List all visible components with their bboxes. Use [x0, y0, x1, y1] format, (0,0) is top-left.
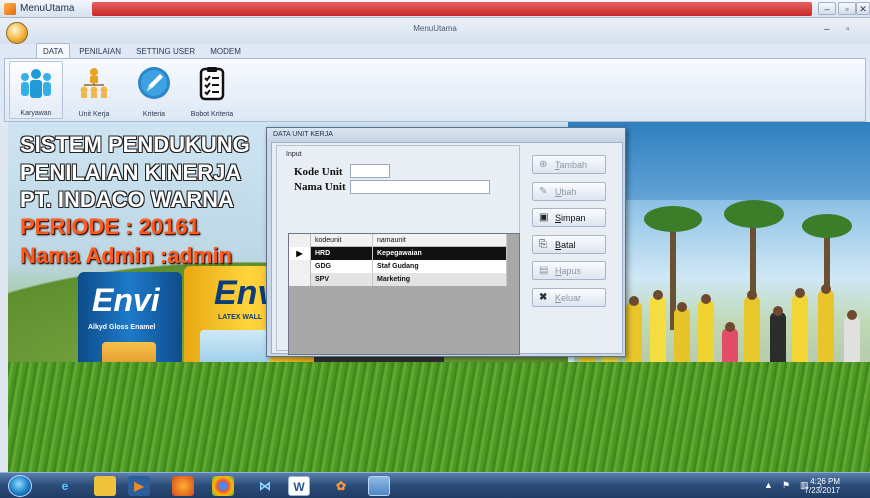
hapus-button[interactable]: ▤ Hapus: [532, 261, 606, 280]
media-player-icon[interactable]: ▶: [128, 476, 150, 496]
word-icon[interactable]: W: [288, 476, 310, 496]
ribbon-restore-button[interactable]: ▫: [846, 24, 850, 35]
dialog-title: DATA UNIT KERJA: [267, 128, 625, 142]
tab-penilaian[interactable]: PENILAIAN: [73, 44, 127, 58]
paint-icon[interactable]: ✿: [330, 476, 352, 496]
tambah-button[interactable]: ⊕ Tambah: [532, 155, 606, 174]
save-icon: ▣: [539, 212, 549, 223]
cell-kodeunit: SPV: [311, 273, 373, 286]
cell-namaunit: Kepegawaian: [373, 247, 507, 260]
simpan-button[interactable]: ▣ Simpan: [532, 208, 606, 227]
ie-icon[interactable]: e: [54, 476, 76, 496]
ribbon-header: MenuUtama – ▫: [0, 18, 870, 44]
bg-admin: Nama Admin :admin: [20, 243, 232, 268]
people-icon: [21, 69, 51, 98]
app-title: MenuUtama: [20, 3, 75, 14]
batal-button[interactable]: ⎘ Batal: [532, 235, 606, 254]
nama-unit-input[interactable]: [350, 180, 490, 194]
ribbon: MenuUtama – ▫ DATA PENILAIAN SETTING USE…: [0, 18, 870, 122]
kriteria-label: Kriteria: [142, 111, 166, 118]
network-icon[interactable]: ▥: [800, 480, 809, 491]
start-button[interactable]: [8, 475, 32, 497]
app-icon: [4, 3, 16, 15]
tray-arrow-icon[interactable]: ▲: [764, 480, 773, 490]
unit-kerja-button[interactable]: Unit Kerja: [67, 61, 121, 119]
checklist-icon: [199, 67, 225, 101]
tab-modem[interactable]: MODEM: [204, 44, 247, 58]
delete-doc-icon: ▤: [539, 265, 549, 276]
karyawan-button[interactable]: Karyawan: [9, 61, 63, 119]
input-group-label: Input: [286, 151, 302, 158]
kriteria-button[interactable]: Kriteria: [127, 61, 181, 119]
col-namaunit[interactable]: namaunit: [373, 234, 507, 247]
title-highlight-strip: [92, 2, 812, 16]
unit-kerja-label: Unit Kerja: [78, 111, 110, 118]
bg-title-line2: PENILAIAN KINERJA: [20, 160, 242, 185]
bobot-kriteria-button[interactable]: Bobot Kriteria: [185, 61, 239, 119]
tab-setting-user[interactable]: SETTING USER: [130, 44, 201, 58]
table-row[interactable]: GDG Staf Gudang: [289, 260, 507, 273]
row-selector-icon: ▶: [289, 247, 311, 260]
chrome-icon[interactable]: [212, 476, 234, 496]
close-button[interactable]: ✕: [856, 2, 870, 15]
kode-unit-input[interactable]: [350, 164, 390, 178]
firefox-icon[interactable]: [172, 476, 194, 496]
unit-kerja-dialog: DATA UNIT KERJA Input Kode Unit Nama Uni…: [266, 127, 626, 357]
plus-circle-icon: ⊕: [539, 159, 548, 170]
messenger-icon[interactable]: ⋈: [254, 476, 276, 496]
folder-icon[interactable]: [94, 476, 116, 496]
grid-header: kodeunit namaunit: [289, 234, 507, 247]
grass: [8, 362, 870, 472]
ribbon-panel: Karyawan Unit Kerja Kriteria Bobot Krite…: [4, 58, 866, 122]
tab-data[interactable]: DATA: [36, 43, 71, 58]
taskbar: e ▶ ⋈ W ✿ 4:26 PM 7/23/2017 ▲ ⚑ ▥ ♪: [0, 472, 870, 498]
edit-icon: ✎: [539, 186, 548, 197]
dialog-body: Input Kode Unit Nama Unit kodeunit namau…: [271, 142, 623, 355]
ubah-button[interactable]: ✎ Ubah: [532, 182, 606, 201]
cell-kodeunit: GDG: [311, 260, 373, 273]
can2-sub: LATEX WALL: [218, 314, 263, 321]
table-row[interactable]: ▶ HRD Kepegawaian: [289, 247, 507, 260]
karyawan-label: Karyawan: [20, 110, 52, 117]
col-kodeunit[interactable]: kodeunit: [311, 234, 373, 247]
org-chart-icon: [80, 68, 108, 98]
close-x-icon: ✖: [539, 292, 548, 303]
can1-brand: Envi: [92, 282, 160, 318]
can1-sub: Alkyd Gloss Enamel: [88, 324, 156, 331]
cell-kodeunit: HRD: [311, 247, 373, 260]
unit-grid[interactable]: kodeunit namaunit ▶ HRD Kepegawaian GDG …: [288, 233, 520, 355]
cancel-doc-icon: ⎘: [539, 239, 547, 250]
bg-period: PERIODE : 20161: [20, 214, 200, 239]
bg-title-line3: PT. INDACO WARNA: [20, 187, 234, 212]
table-row[interactable]: SPV Marketing: [289, 273, 507, 286]
nama-unit-label: Nama Unit: [294, 181, 346, 193]
app-taskbar-icon[interactable]: [368, 476, 390, 496]
cell-namaunit: Staf Gudang: [373, 260, 507, 273]
form-title: MenuUtama: [413, 24, 457, 33]
keluar-button[interactable]: ✖ Keluar: [532, 288, 606, 307]
kode-unit-label: Kode Unit: [294, 166, 343, 178]
pencil-icon: [138, 67, 170, 99]
volume-icon[interactable]: ♪: [818, 480, 823, 490]
minimize-button[interactable]: –: [818, 2, 836, 15]
bobot-kriteria-label: Bobot Kriteria: [190, 111, 234, 118]
maximize-button[interactable]: ▫: [838, 2, 856, 15]
cell-namaunit: Marketing: [373, 273, 507, 286]
window-titlebar: MenuUtama – ▫ ✕: [0, 0, 870, 18]
bg-title-line1: SISTEM PENDUKUNG: [20, 132, 250, 157]
ribbon-minimize-button[interactable]: –: [824, 24, 830, 35]
flag-icon[interactable]: ⚑: [782, 480, 790, 491]
ribbon-tabs: DATA PENILAIAN SETTING USER MODEM: [36, 43, 247, 59]
